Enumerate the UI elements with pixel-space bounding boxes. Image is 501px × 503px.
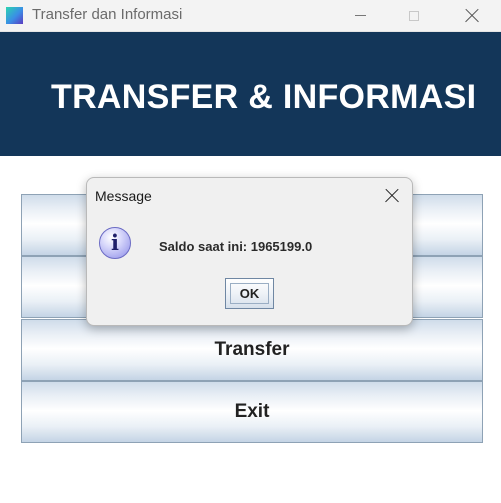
close-button[interactable] [449,0,494,31]
info-icon: i [99,227,131,259]
window-titlebar: Transfer dan Informasi [0,0,501,32]
close-icon [465,9,479,23]
header-banner: TRANSFER & INFORMASI [0,32,501,156]
exit-button[interactable]: Exit [21,381,483,443]
info-icon-glyph: i [111,230,119,255]
dialog-message: Saldo saat ini: 1965199.0 [159,239,313,254]
minimize-button[interactable] [338,0,383,31]
transfer-button[interactable]: Transfer [21,319,483,381]
dialog-titlebar: Message [87,178,412,214]
minimize-icon [355,15,366,16]
maximize-icon [408,10,419,21]
dialog-title: Message [95,188,152,204]
app-icon [6,7,23,24]
dialog-close-icon[interactable] [385,189,399,203]
message-dialog: Message i Saldo saat ini: 1965199.0 OK [86,177,413,326]
maximize-button[interactable] [391,0,436,31]
window-title: Transfer dan Informasi [32,6,183,23]
page-title: TRANSFER & INFORMASI [51,78,477,116]
ok-button[interactable]: OK [225,278,274,309]
focus-ring [230,283,269,304]
